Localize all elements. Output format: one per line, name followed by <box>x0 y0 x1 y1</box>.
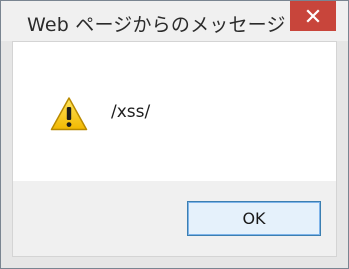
warning-icon <box>50 97 88 131</box>
ok-button[interactable]: OK <box>187 201 321 236</box>
button-bar: OK <box>13 181 336 256</box>
title-bar[interactable]: Web ページからのメッセージ <box>1 1 348 41</box>
dialog-body: /xss/ OK <box>12 41 337 257</box>
close-button[interactable] <box>290 1 336 31</box>
message-text: /xss/ <box>111 102 151 122</box>
close-icon <box>306 9 320 23</box>
dialog-title: Web ページからのメッセージ <box>27 14 286 36</box>
message-area: /xss/ <box>13 42 336 181</box>
message-dialog: Web ページからのメッセージ /xss/ OK <box>0 0 349 269</box>
